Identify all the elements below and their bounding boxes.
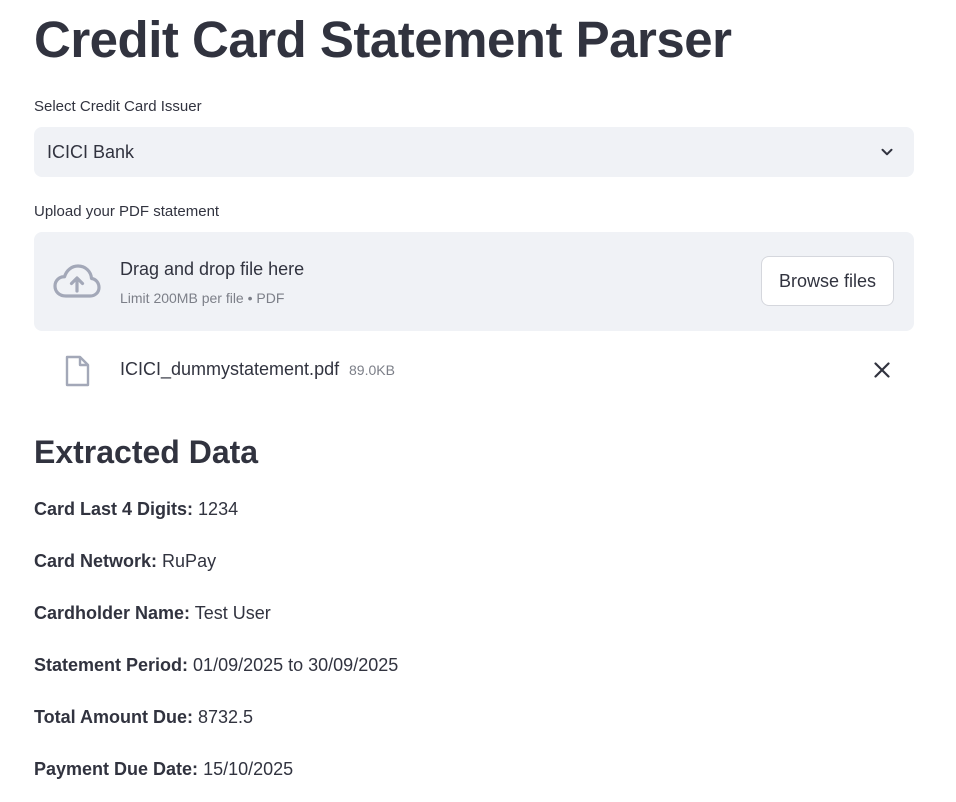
dropzone-instructions: Drag and drop file here (120, 259, 305, 279)
field-card-network: Card Network: RuPay (34, 549, 216, 573)
field-key: Cardholder Name: (34, 603, 191, 623)
upload-label: Upload your PDF statement (34, 203, 220, 220)
field-key: Payment Due Date: (34, 759, 199, 779)
field-value: Test User (194, 603, 271, 623)
field-value: 15/10/2025 (203, 759, 294, 779)
field-card-last4: Card Last 4 Digits: 1234 (34, 497, 238, 521)
page-title: Credit Card Statement Parser (34, 11, 732, 68)
field-cardholder-name: Cardholder Name: Test User (34, 601, 271, 625)
field-key: Card Network: (34, 551, 158, 571)
extracted-data-heading: Extracted Data (34, 434, 259, 470)
field-payment-due-date: Payment Due Date: 15/10/2025 (34, 757, 293, 781)
issuer-select-value: ICICI Bank (47, 142, 135, 162)
field-value: 1234 (198, 499, 239, 519)
browse-files-button[interactable]: Browse files (761, 256, 894, 306)
uploaded-file-row: ICICI_dummystatement.pdf 89.0KB (34, 350, 914, 390)
issuer-select[interactable]: ICICI Bank (34, 127, 914, 177)
issuer-select-label: Select Credit Card Issuer (34, 98, 202, 115)
chevron-down-icon (881, 148, 893, 156)
field-key: Card Last 4 Digits: (34, 499, 194, 519)
field-statement-period: Statement Period: 01/09/2025 to 30/09/20… (34, 653, 398, 677)
field-value: 8732.5 (198, 707, 254, 727)
field-key: Total Amount Due: (34, 707, 193, 727)
field-value: 01/09/2025 to 30/09/2025 (193, 655, 399, 675)
file-icon (65, 355, 90, 387)
field-value: RuPay (162, 551, 217, 571)
close-icon[interactable] (872, 360, 892, 380)
file-dropzone[interactable]: Drag and drop file here Limit 200MB per … (34, 232, 914, 331)
app-page: Credit Card Statement Parser Select Cred… (0, 0, 956, 802)
uploaded-file-name: ICICI_dummystatement.pdf (120, 359, 340, 379)
cloud-upload-icon (53, 264, 101, 298)
field-total-amount-due: Total Amount Due: 8732.5 (34, 705, 253, 729)
uploaded-file-size: 89.0KB (349, 362, 395, 378)
dropzone-limit-text: Limit 200MB per file • PDF (120, 290, 285, 306)
field-key: Statement Period: (34, 655, 189, 675)
